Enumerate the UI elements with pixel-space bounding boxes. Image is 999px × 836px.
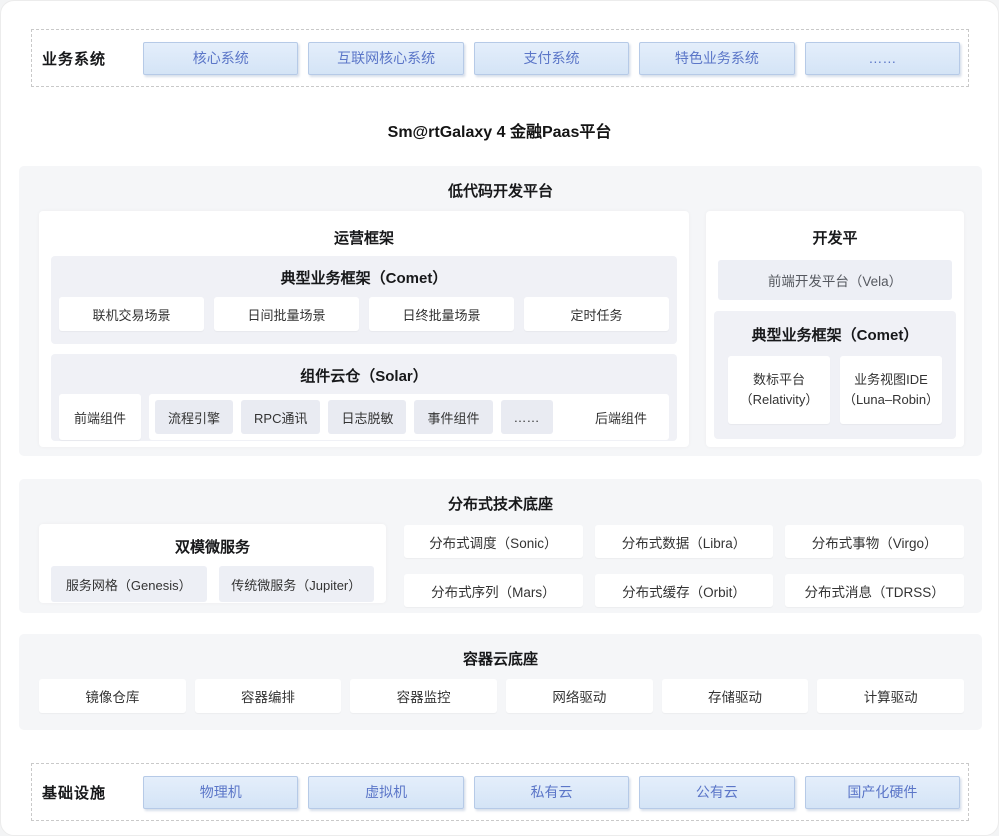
solar-node-event: 事件组件 — [414, 400, 492, 434]
business-systems-label: 业务系统 — [42, 48, 143, 69]
infra-item-domestic-hardware: 国产化硬件 — [805, 776, 960, 809]
vela-frontend-platform-chip: 前端开发平台（Vela） — [718, 260, 952, 300]
dev-comet-row: 数标平台 （Relativity） 业务视图IDE （Luna–Robin） — [714, 345, 956, 424]
infrastructure-row: 物理机 虚拟机 私有云 公有云 国产化硬件 — [143, 776, 960, 809]
container-cloud-section: 容器云底座 镜像仓库 容器编排 容器监控 网络驱动 存储驱动 计算驱动 — [19, 634, 982, 730]
business-system-item-payment: 支付系统 — [474, 42, 629, 75]
comet-scenario-row: 联机交易场景 日间批量场景 日终批量场景 定时任务 — [51, 288, 677, 331]
lowcode-platform-section: 低代码开发平台 运营框架 典型业务框架（Comet） 联机交易场景 日间批量场景… — [19, 166, 982, 456]
dev-node-relativity: 数标平台 （Relativity） — [728, 356, 830, 424]
business-system-item-internet-core: 互联网核心系统 — [308, 42, 463, 75]
business-system-item-more: …… — [805, 42, 960, 75]
business-systems-section: 业务系统 核心系统 互联网核心系统 支付系统 特色业务系统 …… — [31, 29, 969, 87]
container-cloud-title: 容器云底座 — [19, 634, 982, 669]
infra-item-public-cloud: 公有云 — [639, 776, 794, 809]
dist-node-libra: 分布式数据（Libra） — [595, 525, 774, 558]
platform-title: Sm@rtGalaxy 4 金融Paas平台 — [1, 118, 998, 142]
infrastructure-section: 基础设施 物理机 虚拟机 私有云 公有云 国产化硬件 — [31, 763, 969, 821]
dist-node-tdrss: 分布式消息（TDRSS） — [785, 574, 964, 607]
dist-node-orbit: 分布式缓存（Orbit） — [595, 574, 774, 607]
business-systems-row: 核心系统 互联网核心系统 支付系统 特色业务系统 …… — [143, 42, 960, 75]
dev-comet-title: 典型业务框架（Comet） — [714, 311, 956, 345]
solar-node-more: …… — [501, 400, 553, 434]
solar-component-row: 前端组件 流程引擎 RPC通讯 日志脱敏 事件组件 …… 后端组件 — [51, 386, 677, 440]
comet-node-daytime-batch: 日间批量场景 — [214, 297, 359, 331]
dev-node-luna-robin-code: （Luna–Robin） — [843, 390, 939, 410]
dist-node-mars: 分布式序列（Mars） — [404, 574, 583, 607]
infra-item-physical-machine: 物理机 — [143, 776, 298, 809]
comet-framework-title: 典型业务框架（Comet） — [51, 256, 677, 288]
solar-node-backend: 后端组件 — [595, 408, 647, 427]
infrastructure-label: 基础设施 — [42, 782, 143, 803]
dual-mode-row: 服务网格（Genesis） 传统微服务（Jupiter） — [39, 557, 386, 602]
comet-node-online-trade: 联机交易场景 — [59, 297, 204, 331]
dual-mode-microservice-panel: 双模微服务 服务网格（Genesis） 传统微服务（Jupiter） — [39, 524, 386, 603]
comet-node-timed-task: 定时任务 — [524, 297, 669, 331]
architecture-diagram: 业务系统 核心系统 互联网核心系统 支付系统 特色业务系统 …… Sm@rtGa… — [0, 0, 999, 836]
container-node-orchestration: 容器编排 — [195, 679, 342, 713]
solar-component-box: 组件云仓（Solar） 前端组件 流程引擎 RPC通讯 日志脱敏 事件组件 ……… — [51, 354, 677, 441]
container-cloud-row: 镜像仓库 容器编排 容器监控 网络驱动 存储驱动 计算驱动 — [39, 679, 964, 713]
container-node-compute-driver: 计算驱动 — [817, 679, 964, 713]
infra-item-virtual-machine: 虚拟机 — [308, 776, 463, 809]
comet-framework-box: 典型业务框架（Comet） 联机交易场景 日间批量场景 日终批量场景 定时任务 — [51, 256, 677, 344]
container-node-image-repo: 镜像仓库 — [39, 679, 186, 713]
distributed-base-section: 分布式技术底座 双模微服务 服务网格（Genesis） 传统微服务（Jupite… — [19, 479, 982, 613]
solar-node-rpc: RPC通讯 — [241, 400, 320, 434]
operation-framework-title: 运营框架 — [39, 227, 689, 248]
dist-node-virgo: 分布式事物（Virgo） — [785, 525, 964, 558]
solar-node-log-masking: 日志脱敏 — [328, 400, 406, 434]
container-node-network-driver: 网络驱动 — [506, 679, 653, 713]
dev-node-luna-robin: 业务视图IDE （Luna–Robin） — [840, 356, 942, 424]
solar-component-title: 组件云仓（Solar） — [51, 354, 677, 386]
dev-node-luna-robin-name: 业务视图IDE — [854, 370, 928, 390]
operation-framework-panel: 运营框架 典型业务框架（Comet） 联机交易场景 日间批量场景 日终批量场景 … — [39, 211, 689, 447]
business-system-item-core: 核心系统 — [143, 42, 298, 75]
dev-node-relativity-name: 数标平台 — [753, 370, 805, 390]
comet-node-eod-batch: 日终批量场景 — [369, 297, 514, 331]
dual-node-jupiter: 传统微服务（Jupiter） — [219, 566, 375, 602]
solar-node-process-engine: 流程引擎 — [155, 400, 233, 434]
distributed-services-grid: 分布式调度（Sonic） 分布式数据（Libra） 分布式事物（Virgo） 分… — [404, 525, 964, 607]
container-node-monitoring: 容器监控 — [350, 679, 497, 713]
dev-comet-box: 典型业务框架（Comet） 数标平台 （Relativity） 业务视图IDE … — [714, 311, 956, 439]
dev-platform-title: 开发平 — [706, 227, 964, 248]
solar-backend-strip: 流程引擎 RPC通讯 日志脱敏 事件组件 …… 后端组件 — [149, 394, 669, 440]
dev-platform-panel: 开发平 前端开发平台（Vela） 典型业务框架（Comet） 数标平台 （Rel… — [706, 211, 964, 447]
lowcode-section-title: 低代码开发平台 — [19, 166, 982, 201]
dev-node-relativity-code: （Relativity） — [740, 390, 819, 410]
dist-node-sonic: 分布式调度（Sonic） — [404, 525, 583, 558]
business-system-item-special: 特色业务系统 — [639, 42, 794, 75]
infra-item-private-cloud: 私有云 — [474, 776, 629, 809]
dual-node-genesis: 服务网格（Genesis） — [51, 566, 207, 602]
dual-mode-title: 双模微服务 — [39, 536, 386, 557]
container-node-storage-driver: 存储驱动 — [662, 679, 809, 713]
solar-node-frontend: 前端组件 — [59, 394, 141, 440]
distributed-base-title: 分布式技术底座 — [19, 479, 982, 514]
